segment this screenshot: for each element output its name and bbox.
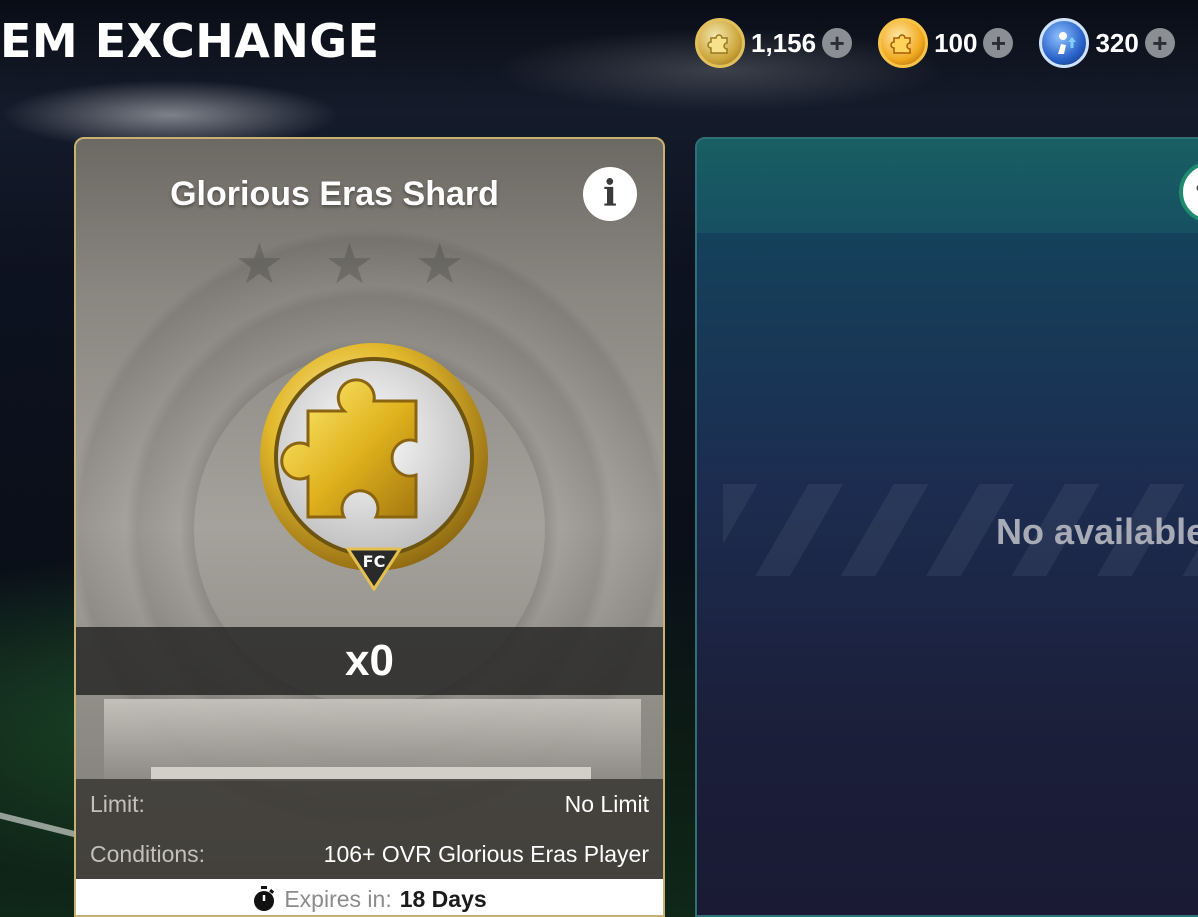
currency-value: 100 xyxy=(934,27,978,58)
owned-count: x0 xyxy=(345,636,394,685)
currency-value: 1,156 xyxy=(751,27,817,58)
blue-player-upgrade-icon xyxy=(1039,18,1090,68)
add-currency-button[interactable]: + xyxy=(822,28,853,58)
card-meta: Limit: No Limit Conditions: 106+ OVR Glo… xyxy=(76,779,663,879)
card-header xyxy=(697,139,1198,233)
empty-state-message: No available xyxy=(996,511,1198,552)
currency-value: 320 xyxy=(1095,27,1139,58)
currency-puzzle-orange: 100 + xyxy=(878,18,1014,68)
conditions-value: 106+ OVR Glorious Eras Player xyxy=(323,841,649,867)
currency-upgrade-blue: 320 + xyxy=(1039,18,1175,68)
page-title: EM EXCHANGE xyxy=(0,14,380,68)
currency-puzzle-gold: 1,156 + xyxy=(695,18,853,68)
orange-puzzle-coin-icon xyxy=(878,18,929,68)
expires-value: 18 Days xyxy=(399,885,487,912)
expires-label: Expires in: xyxy=(284,885,392,912)
add-currency-button[interactable]: + xyxy=(1144,28,1175,58)
limit-value: No Limit xyxy=(564,791,649,817)
second-exchange-card[interactable]: No available xyxy=(695,137,1198,917)
fc-logo-text: FC xyxy=(363,552,386,571)
expiry-bar: Expires in: 18 Days xyxy=(76,879,663,915)
shard-emblem-icon: FC xyxy=(260,343,488,591)
limit-row: Limit: No Limit xyxy=(90,791,649,818)
currency-bar: 1,156 + 100 + 320 + xyxy=(695,18,1175,68)
stopwatch-icon xyxy=(254,886,275,911)
owned-count-bar: x0 xyxy=(76,627,663,695)
add-currency-button[interactable]: + xyxy=(983,28,1014,58)
conditions-row: Conditions: 106+ OVR Glorious Eras Playe… xyxy=(90,841,649,868)
gold-puzzle-coin-icon xyxy=(695,18,745,68)
limit-label: Limit: xyxy=(90,791,145,817)
card-title: Glorious Eras Shard xyxy=(170,175,499,213)
exchange-card[interactable]: ★★★ Glorious Eras Shard i FC x0 Limit: N… xyxy=(74,137,665,917)
decorative-stars: ★★★ xyxy=(234,232,505,295)
info-button[interactable]: i xyxy=(583,167,637,221)
conditions-label: Conditions: xyxy=(90,841,206,867)
